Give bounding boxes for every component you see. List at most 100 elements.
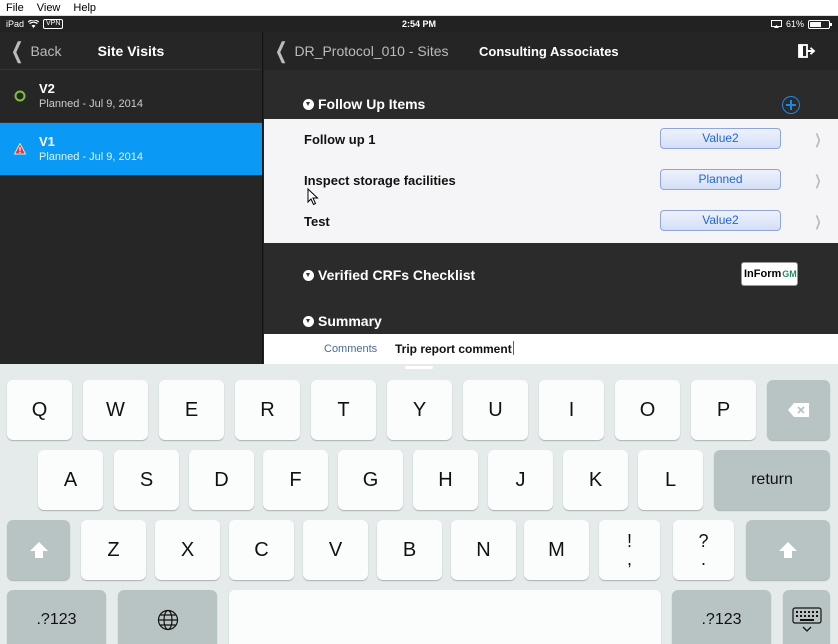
key-t[interactable]: T [311, 380, 376, 440]
visit-name: V1 [39, 134, 55, 149]
key-exclamation: ! [626, 531, 632, 551]
chevron-right-icon: ❯ [814, 213, 822, 229]
protocol-back-button[interactable]: ❮ DR_Protocol_010 - Sites [272, 40, 449, 62]
followup-item-label: Test [304, 214, 330, 229]
globe-key[interactable] [118, 590, 217, 644]
comments-label: Comments [324, 343, 378, 355]
key-v[interactable]: V [303, 520, 368, 580]
site-title: Consulting Associates [479, 43, 619, 59]
inform-logo[interactable]: InForm GM [741, 262, 798, 286]
key-d[interactable]: D [189, 450, 254, 510]
visit-row-v1[interactable]: V1 Planned - Jul 9, 2014 [0, 123, 262, 176]
battery-percent: 61% [785, 19, 804, 29]
followup-item-label: Follow up 1 [304, 132, 376, 147]
site-detail-panel: ❮ DR_Protocol_010 - Sites Consulting Ass… [264, 32, 838, 364]
key-period: . [700, 549, 706, 569]
space-key[interactable] [229, 590, 661, 644]
key-question-period[interactable]: ? . [673, 520, 734, 580]
shift-key-right[interactable] [746, 520, 830, 580]
chevron-right-icon: ❯ [814, 172, 822, 188]
battery-icon [808, 19, 832, 29]
key-a[interactable]: A [38, 450, 103, 510]
comments-row[interactable]: Comments Trip report comment [264, 334, 838, 364]
key-h[interactable]: H [413, 450, 478, 510]
back-button[interactable]: ❮ Back [8, 37, 62, 63]
protocol-back-label: DR_Protocol_010 - Sites [294, 43, 449, 59]
key-comma: , [626, 549, 632, 569]
ipad-screen: iPad VPN 2:54 PM 61% ❮ Back Site Visits … [0, 16, 838, 644]
key-w[interactable]: W [83, 380, 148, 440]
numbers-key-right[interactable]: .?123 [672, 590, 771, 644]
menu-file[interactable]: File [0, 2, 31, 14]
visit-name: V2 [39, 81, 55, 96]
logout-icon[interactable] [798, 44, 816, 58]
comments-text: Trip report comment [395, 342, 512, 356]
menu-help[interactable]: Help [67, 2, 103, 14]
shift-key-left[interactable] [7, 520, 70, 580]
followup-header-label: Follow Up Items [318, 96, 426, 112]
key-o[interactable]: O [615, 380, 680, 440]
followup-status-value[interactable]: Value2 [660, 128, 781, 149]
screen-mirroring-icon [770, 20, 782, 28]
summary-section-header[interactable]: Summary [264, 306, 838, 336]
key-p[interactable]: P [691, 380, 756, 440]
followup-list: Follow up 1 Value2 ❯ Inspect storage fac… [264, 119, 838, 243]
status-time: 2:54 PM [401, 19, 436, 29]
key-j[interactable]: J [488, 450, 553, 510]
detail-nav-bar: ❮ DR_Protocol_010 - Sites Consulting Ass… [264, 32, 838, 70]
key-b[interactable]: B [377, 520, 442, 580]
followup-status-value[interactable]: Planned [660, 169, 781, 190]
mouse-pointer-icon [307, 188, 319, 206]
inform-logo-text: InForm [744, 268, 782, 280]
status-bar: iPad VPN 2:54 PM 61% [0, 16, 838, 32]
warning-icon [14, 143, 26, 155]
hide-keyboard-key[interactable] [783, 590, 830, 644]
key-c[interactable]: C [229, 520, 294, 580]
menu-bar: File View Help [0, 0, 838, 16]
backspace-icon [787, 403, 809, 417]
key-u[interactable]: U [463, 380, 528, 440]
add-circle-icon[interactable] [782, 96, 800, 114]
followup-row[interactable]: Inspect storage facilities Planned ❯ [264, 160, 838, 201]
key-m[interactable]: M [524, 520, 589, 580]
shift-icon [29, 542, 48, 558]
master-nav-bar: ❮ Back Site Visits [0, 32, 262, 70]
key-g[interactable]: G [338, 450, 403, 510]
inform-logo-suffix: GM [782, 269, 797, 279]
keyboard-hide-icon [791, 607, 822, 632]
chevron-left-icon: ❮ [274, 38, 288, 63]
globe-icon [157, 609, 178, 631]
followup-status-value[interactable]: Value2 [660, 210, 781, 231]
keyboard-handle[interactable] [405, 366, 433, 369]
followup-row[interactable]: Test Value2 ❯ [264, 201, 838, 242]
comments-field[interactable]: Trip report comment [395, 341, 515, 356]
key-s[interactable]: S [114, 450, 179, 510]
site-visits-panel: ❮ Back Site Visits V2 Planned - Jul 9, 2… [0, 32, 263, 364]
circle-ok-icon [14, 90, 26, 102]
key-q[interactable]: Q [7, 380, 72, 440]
collapse-icon [303, 269, 314, 281]
visit-subtitle: Planned - Jul 9, 2014 [39, 98, 143, 110]
key-l[interactable]: L [638, 450, 703, 510]
menu-view[interactable]: View [31, 2, 68, 14]
key-question: ? [698, 531, 709, 551]
key-r[interactable]: R [235, 380, 300, 440]
return-key[interactable]: return [714, 450, 830, 510]
backspace-key[interactable] [767, 380, 830, 440]
key-i[interactable]: I [539, 380, 604, 440]
chevron-left-icon: ❮ [10, 37, 24, 63]
collapse-icon [303, 315, 314, 327]
key-n[interactable]: N [451, 520, 516, 580]
key-k[interactable]: K [563, 450, 628, 510]
collapse-icon [303, 98, 314, 110]
visit-row-v2[interactable]: V2 Planned - Jul 9, 2014 [0, 70, 262, 123]
key-z[interactable]: Z [81, 520, 146, 580]
key-e[interactable]: E [159, 380, 224, 440]
numbers-key-left[interactable]: .?123 [7, 590, 106, 644]
key-exclamation-comma[interactable]: ! , [599, 520, 660, 580]
key-x[interactable]: X [155, 520, 220, 580]
followup-section-header[interactable]: Follow Up Items [264, 89, 838, 119]
key-y[interactable]: Y [387, 380, 452, 440]
followup-row[interactable]: Follow up 1 Value2 ❯ [264, 119, 838, 160]
key-f[interactable]: F [263, 450, 328, 510]
